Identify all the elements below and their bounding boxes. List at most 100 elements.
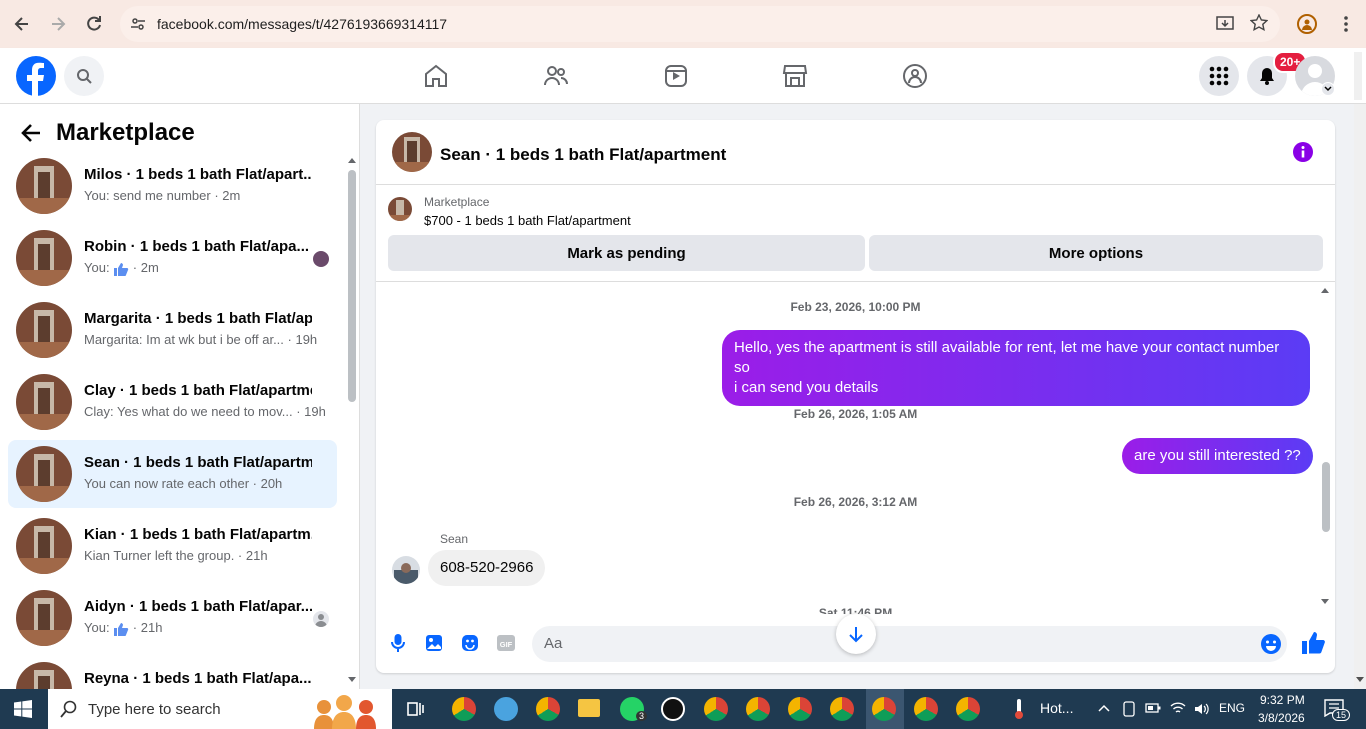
- conversation-item[interactable]: Milos · 1 beds 1 bath Flat/apart... You:…: [8, 152, 337, 220]
- chat-panel: Sean · 1 beds 1 bath Flat/apartment Mark…: [376, 120, 1335, 673]
- chevron-up-icon[interactable]: [1098, 703, 1110, 713]
- wifi-icon[interactable]: [1170, 700, 1186, 716]
- listing-thumbnail: [16, 518, 72, 574]
- sender-avatar[interactable]: [392, 556, 420, 584]
- chrome-window-icon[interactable]: [914, 697, 938, 721]
- page-scrollbar[interactable]: [1354, 104, 1366, 689]
- scroll-down-arrow-icon[interactable]: [1355, 676, 1365, 684]
- gif-icon[interactable]: GIF: [496, 633, 516, 653]
- emoji-icon[interactable]: [1260, 633, 1282, 655]
- language-indicator[interactable]: ENG: [1219, 701, 1245, 715]
- seen-avatar: [313, 251, 329, 267]
- video-icon[interactable]: [646, 60, 706, 92]
- chat-title[interactable]: Sean · 1 beds 1 bath Flat/apartment: [440, 145, 726, 165]
- address-bar[interactable]: facebook.com/messages/t/4276193669314117: [120, 6, 1280, 42]
- search-icon[interactable]: [64, 56, 104, 96]
- back-arrow-icon[interactable]: [12, 14, 32, 34]
- outgoing-message[interactable]: are you still interested ??: [1122, 438, 1313, 474]
- conversation-name: Kian · 1 beds 1 bath Flat/apartm...: [84, 526, 312, 543]
- info-icon[interactable]: [1293, 142, 1313, 162]
- chrome-profile-a-icon[interactable]: [452, 697, 476, 721]
- more-options-button[interactable]: More options: [869, 235, 1323, 271]
- conversation-item[interactable]: Kian · 1 beds 1 bath Flat/apartm... Kian…: [8, 512, 337, 580]
- windows-start-icon[interactable]: [14, 700, 32, 718]
- chat-avatar[interactable]: [392, 132, 432, 172]
- listing-thumbnail: [16, 662, 72, 689]
- conversation-item-selected[interactable]: Sean · 1 beds 1 bath Flat/apartm... You …: [8, 440, 337, 508]
- outgoing-message[interactable]: Hello, yes the apartment is still availa…: [722, 330, 1310, 406]
- site-settings-icon[interactable]: [130, 16, 146, 32]
- install-app-icon[interactable]: [1216, 15, 1234, 33]
- chrome-window-icon[interactable]: [788, 697, 812, 721]
- mark-pending-button[interactable]: Mark as pending: [388, 235, 865, 271]
- conversation-name: Aidyn · 1 beds 1 bath Flat/apar...: [84, 598, 312, 615]
- home-icon[interactable]: [406, 60, 466, 92]
- conversation-preview: You: · 21h: [84, 620, 163, 636]
- conversation-name: Milos · 1 beds 1 bath Flat/apart...: [84, 166, 312, 183]
- conversation-preview: Margarita: Im at wk but i be off ar... ·…: [84, 332, 318, 347]
- conversation-name: Robin · 1 beds 1 bath Flat/apa...: [84, 238, 310, 255]
- scroll-up-arrow-icon[interactable]: [347, 156, 357, 164]
- conversation-preview: Clay: Yes what do we need to mov... · 19…: [84, 404, 326, 419]
- conversation-item[interactable]: Margarita · 1 beds 1 bath Flat/ap... Mar…: [8, 296, 337, 364]
- like-thumb-icon: [113, 622, 129, 636]
- like-thumb-icon[interactable]: [1301, 631, 1325, 655]
- chevron-down-icon[interactable]: [1321, 82, 1335, 96]
- menu-grid-icon[interactable]: [1199, 56, 1239, 96]
- conversation-name: Sean · 1 beds 1 bath Flat/apartm...: [84, 454, 312, 471]
- conversation-item[interactable]: Aidyn · 1 beds 1 bath Flat/apar... You: …: [8, 584, 337, 652]
- volume-icon[interactable]: [1193, 701, 1209, 717]
- scroll-down-arrow-icon[interactable]: [347, 676, 357, 684]
- clock-date[interactable]: 3/8/2026: [1258, 711, 1305, 725]
- groups-icon[interactable]: [885, 60, 945, 92]
- scroll-down-arrow-icon[interactable]: [1320, 598, 1330, 606]
- browser-menu-icon[interactable]: [1336, 14, 1356, 34]
- chat-scrollbar-thumb[interactable]: [1322, 462, 1330, 532]
- chrome-window-icon-active[interactable]: [872, 697, 896, 721]
- paint-app-icon[interactable]: [494, 697, 518, 721]
- message-timestamp: Feb 26, 2026, 3:12 AM: [793, 495, 918, 509]
- conversation-item[interactable]: Reyna · 1 beds 1 bath Flat/apa...: [8, 656, 337, 689]
- battery-icon[interactable]: [1145, 703, 1161, 713]
- chrome-window-icon[interactable]: [746, 697, 770, 721]
- profile-icon[interactable]: [1297, 14, 1317, 34]
- photo-icon[interactable]: [424, 633, 444, 653]
- conversation-item[interactable]: Robin · 1 beds 1 bath Flat/apa... You: ·…: [8, 224, 337, 292]
- back-arrow-icon[interactable]: [20, 122, 42, 144]
- facebook-logo-icon[interactable]: [16, 56, 56, 96]
- weather-text[interactable]: Hot...: [1040, 700, 1073, 716]
- chrome-window-icon[interactable]: [956, 697, 980, 721]
- message-timestamp: Sat 11:46 PM: [818, 606, 893, 614]
- file-explorer-icon[interactable]: [578, 699, 600, 717]
- microphone-icon[interactable]: [388, 633, 408, 653]
- device-icon[interactable]: [1122, 701, 1136, 717]
- scroll-to-bottom-arrow-icon[interactable]: [836, 614, 876, 654]
- incoming-message[interactable]: 608-520-2966: [428, 550, 546, 586]
- reload-icon[interactable]: [84, 14, 104, 34]
- thermometer-icon[interactable]: [1012, 698, 1026, 720]
- clock-time[interactable]: 9:32 PM: [1260, 693, 1305, 707]
- conversation-item[interactable]: Clay · 1 beds 1 bath Flat/apartme... Cla…: [8, 368, 337, 436]
- whatsapp-badge: 3: [636, 711, 648, 721]
- sticker-icon[interactable]: [460, 633, 480, 653]
- listing-thumbnail: [16, 374, 72, 430]
- chrome-window-icon[interactable]: [704, 697, 728, 721]
- scroll-up-arrow-icon[interactable]: [1320, 286, 1330, 294]
- forward-arrow-icon[interactable]: [48, 14, 68, 34]
- page-scrollbar[interactable]: [1354, 52, 1362, 100]
- bookmark-star-icon[interactable]: [1250, 14, 1268, 32]
- sidebar-scrollbar-thumb[interactable]: [348, 170, 356, 402]
- taskbar-search-box[interactable]: Type here to search: [48, 689, 392, 729]
- search-highlight-illustration-icon: [310, 693, 390, 729]
- friends-icon[interactable]: [526, 60, 586, 92]
- task-view-icon[interactable]: [406, 699, 426, 719]
- capcut-icon[interactable]: [661, 697, 685, 721]
- listing-thumbnail: [16, 230, 72, 286]
- message-input[interactable]: Aa: [532, 626, 1287, 662]
- marketplace-icon[interactable]: [765, 60, 825, 92]
- chrome-window-icon[interactable]: [830, 697, 854, 721]
- url-text[interactable]: facebook.com/messages/t/4276193669314117: [157, 16, 447, 32]
- search-icon: [60, 700, 78, 718]
- chrome-profile-h-icon[interactable]: [536, 697, 560, 721]
- listing-title[interactable]: $700 - 1 beds 1 bath Flat/apartment: [424, 213, 631, 228]
